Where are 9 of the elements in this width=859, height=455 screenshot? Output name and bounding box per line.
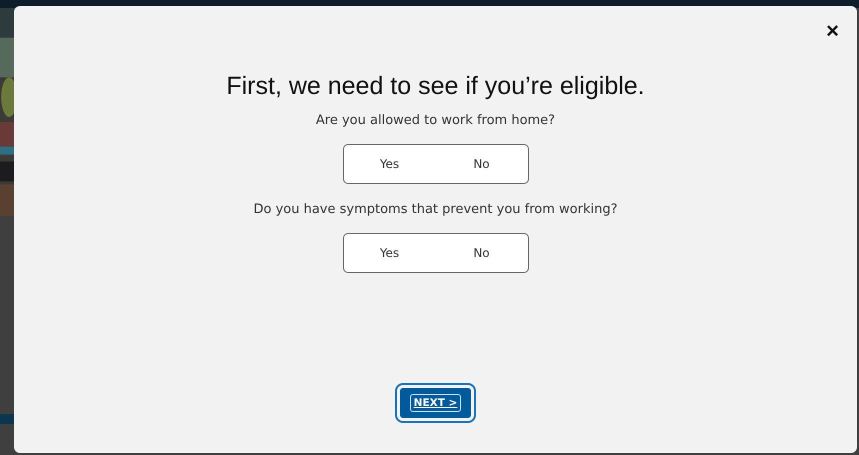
question-text: Do you have symptoms that prevent you from working?	[253, 202, 618, 217]
answer-option[interactable]: No	[436, 145, 528, 183]
answer-option[interactable]: Yes	[344, 145, 436, 183]
next-button[interactable]: NEXT >	[396, 385, 474, 421]
answer-option[interactable]: Yes	[344, 234, 436, 272]
question-text: Are you allowed to work from home?	[316, 113, 556, 128]
close-button[interactable]: ×	[822, 20, 843, 42]
dialog-title: First, we need to see if you’re eligible.	[226, 72, 645, 101]
answer-option[interactable]: No	[436, 234, 528, 272]
